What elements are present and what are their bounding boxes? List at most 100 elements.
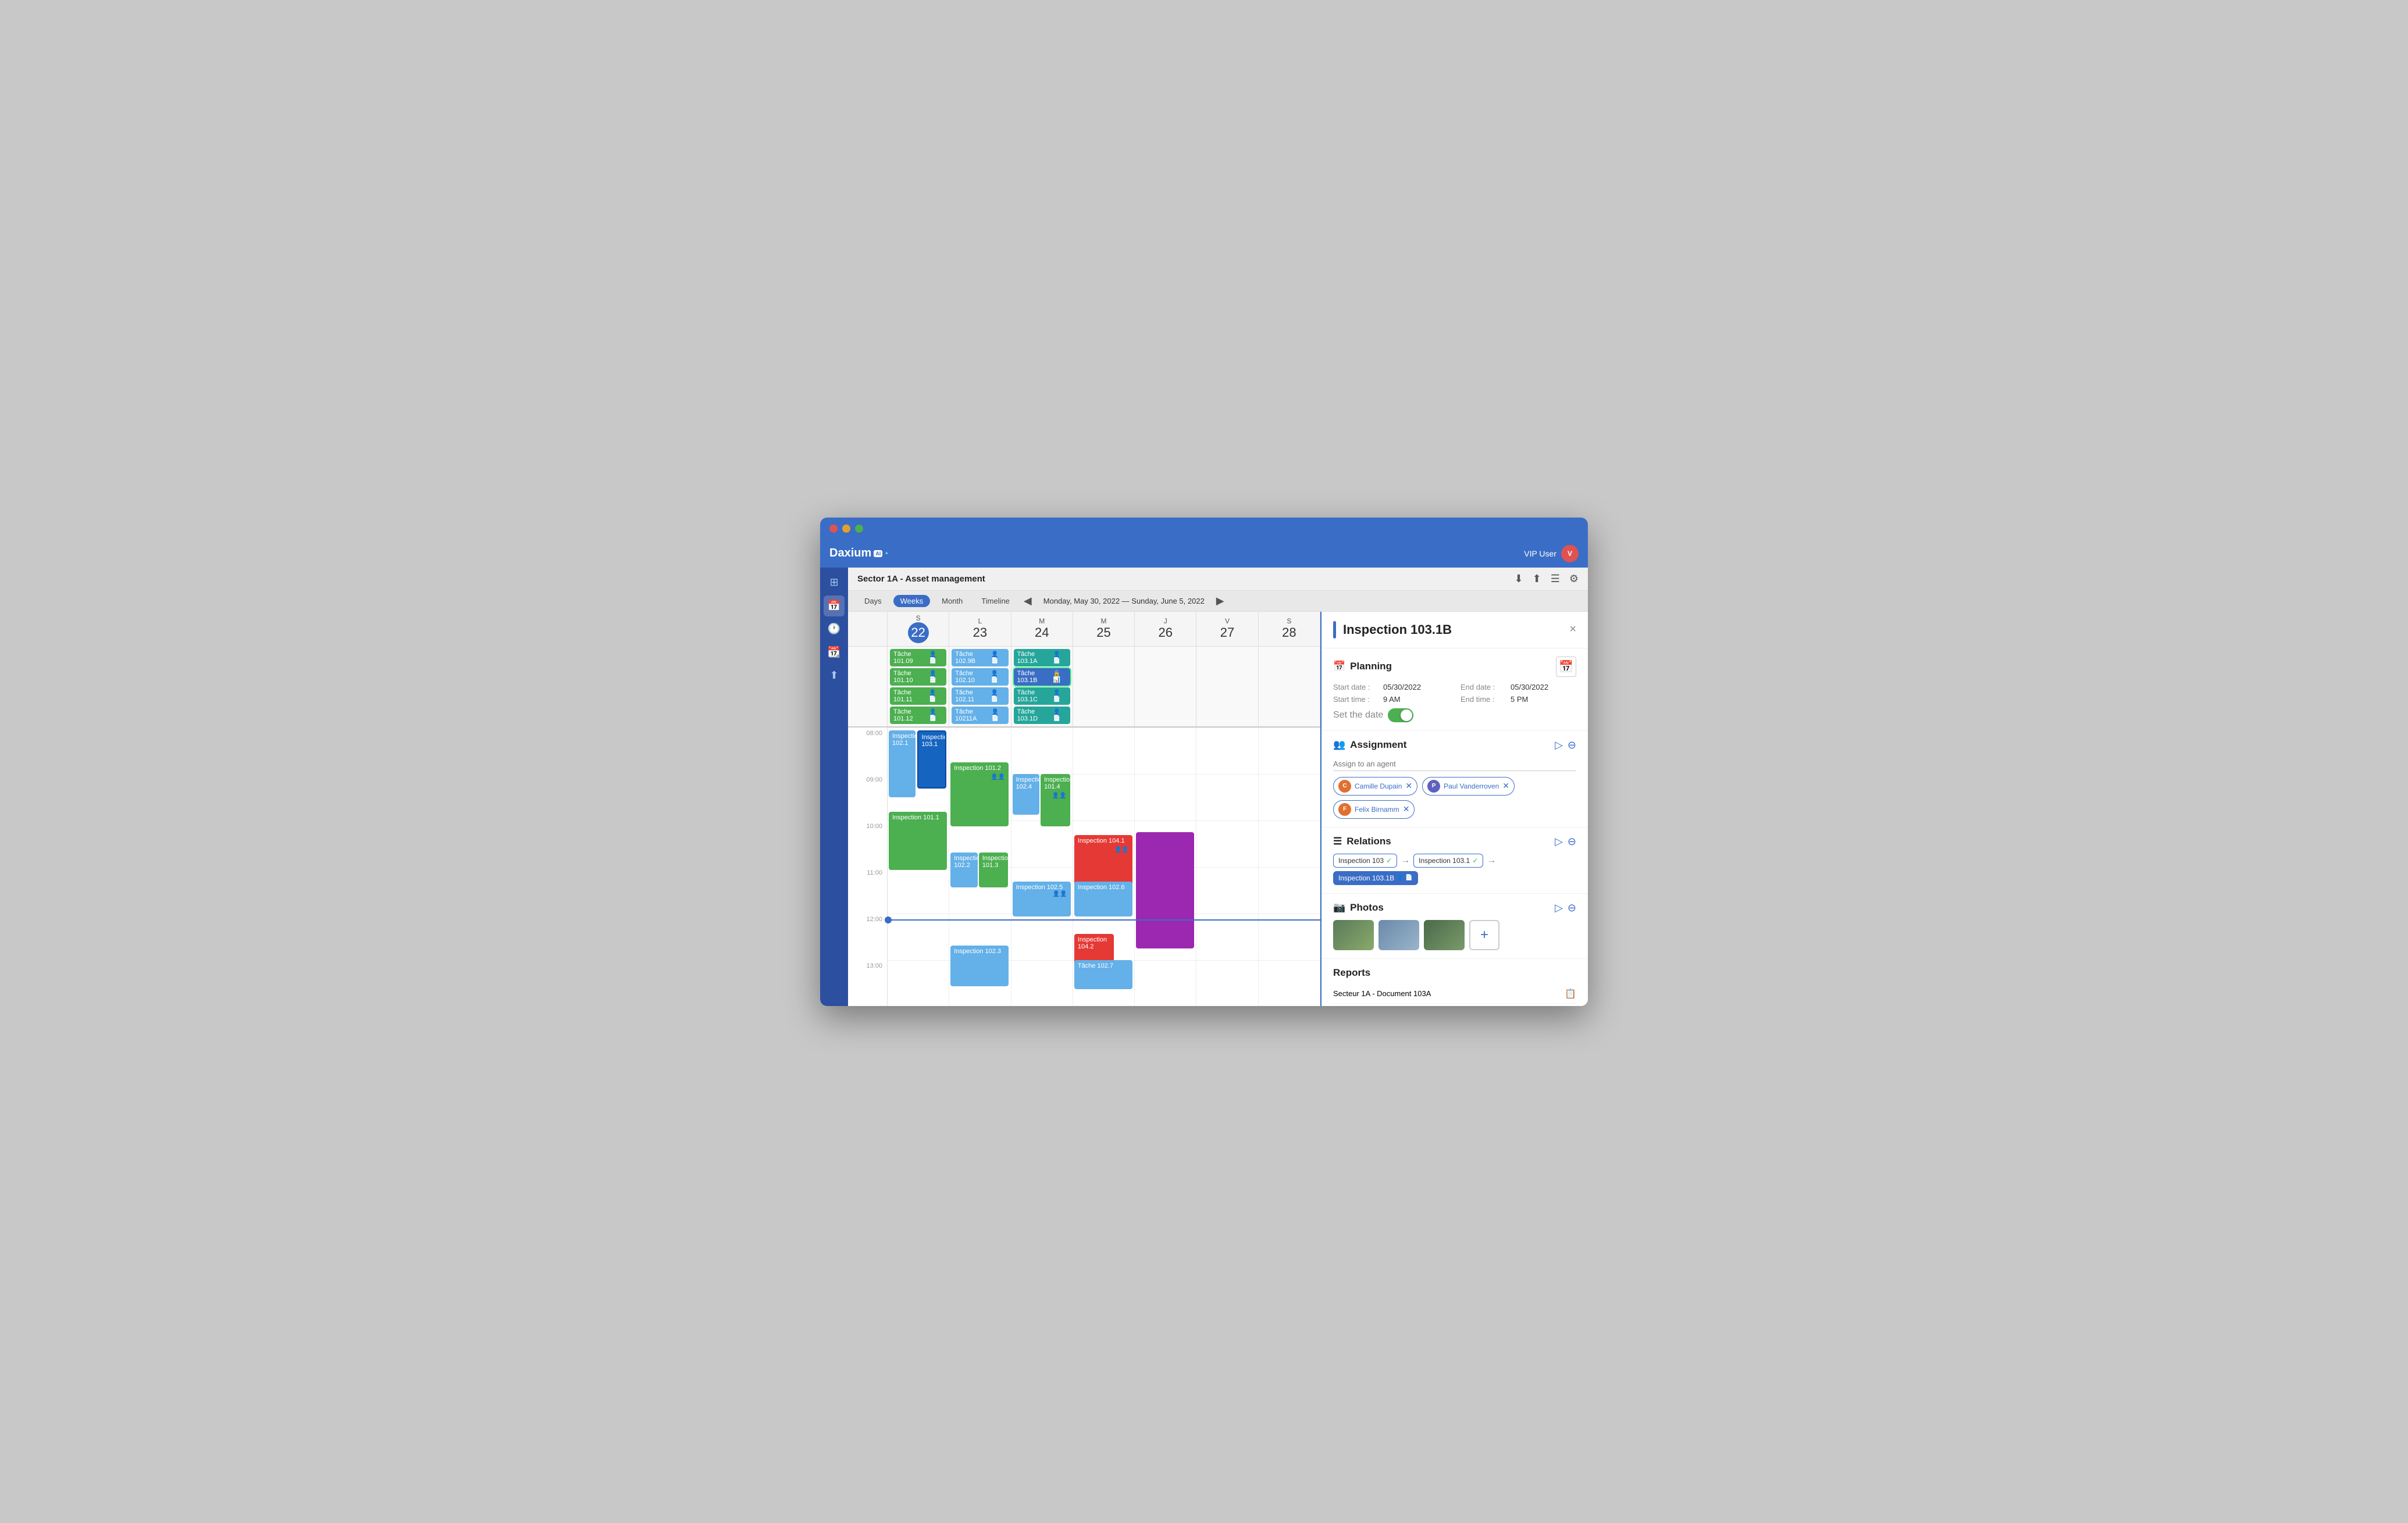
close-icon[interactable]: × xyxy=(1569,623,1576,636)
assignee-felix-avatar: F xyxy=(1338,803,1351,816)
relation-1031b-icons: 👤 📄 xyxy=(1397,875,1413,881)
set-date-toggle[interactable] xyxy=(1388,708,1413,722)
timed-col-2: Inspection 102.4 Inspection 101.4 👤👤 Ins… xyxy=(1011,727,1073,1006)
relation-chip-103-1b[interactable]: Inspection 103.1B 👤 📄 xyxy=(1333,871,1418,885)
end-date-label: End date : xyxy=(1461,683,1507,691)
photo-thumb-2[interactable] xyxy=(1378,920,1419,950)
logo-ai: AI xyxy=(874,550,882,557)
time-gutter: 08:00 09:00 10:00 11:00 12:00 13:00 14:0… xyxy=(848,727,888,1006)
photos-expand-icon[interactable]: ▷ xyxy=(1555,902,1563,914)
task-103-1a[interactable]: Tâche 103.1A 👤 📄 xyxy=(1014,649,1070,666)
panel-title: Inspection 103.1B xyxy=(1343,622,1562,637)
upload-icon[interactable]: ⬆ xyxy=(1533,573,1541,585)
assignment-remove-icon[interactable]: ⊖ xyxy=(1568,739,1576,751)
timed-col-4 xyxy=(1135,727,1196,1006)
assign-input[interactable] xyxy=(1333,757,1576,771)
photos-actions: ▷ ⊖ xyxy=(1555,902,1576,914)
day-num-0: 22 xyxy=(908,622,929,643)
sidebar: ⊞ 📅 🕐 📆 ⬆ xyxy=(820,568,848,1006)
assignee-paul-remove[interactable]: ✕ xyxy=(1502,781,1509,791)
day-header-5: V 27 xyxy=(1196,612,1258,646)
sidebar-calendar-add-icon[interactable]: 📆 xyxy=(824,642,845,663)
relation-arrow-2: → xyxy=(1487,855,1496,866)
task-102-9b[interactable]: Tâche 102.9B 👤 📄 xyxy=(952,649,1008,666)
day-num-6: 28 xyxy=(1282,625,1296,640)
report-103a-icon[interactable]: 📋 xyxy=(1565,988,1576,1000)
planning-calendar-icon[interactable]: 📅 xyxy=(1556,657,1576,677)
maximize-button[interactable] xyxy=(855,525,863,533)
task-102-11[interactable]: Tâche 102.11 👤 📄 xyxy=(952,687,1008,705)
minimize-button[interactable] xyxy=(842,525,850,533)
next-arrow[interactable]: ▶ xyxy=(1214,595,1227,607)
relations-section: ☰ Relations ▷ ⊖ Inspection 103 ✓ xyxy=(1321,828,1588,894)
task-10211a[interactable]: Tâche 10211A 👤 📄 xyxy=(952,707,1008,724)
download-icon[interactable]: ⬇ xyxy=(1515,573,1523,585)
task-101-09[interactable]: Tâche 101.09 👤 📄 xyxy=(890,649,946,666)
panel-accent xyxy=(1333,621,1336,639)
allday-col-2: Tâche 103.1A 👤 📄 Tâche 103.1B 🔒 📊 Tâche … xyxy=(1011,647,1073,726)
assignee-camille-remove[interactable]: ✕ xyxy=(1405,781,1412,791)
relations-expand-icon[interactable]: ▷ xyxy=(1555,836,1563,848)
calendar-body: S 22 L 23 M 24 xyxy=(848,612,1588,1006)
relation-chip-103-1[interactable]: Inspection 103.1 ✓ xyxy=(1413,854,1483,868)
photos-section: 📷 Photos ▷ ⊖ xyxy=(1321,894,1588,959)
assignee-felix-name: Felix Birnamm xyxy=(1355,805,1399,814)
assignee-felix-remove[interactable]: ✕ xyxy=(1403,804,1410,814)
event-insp102-1[interactable]: Inspection 102.1 xyxy=(889,730,916,797)
photos-remove-icon[interactable]: ⊖ xyxy=(1568,902,1576,914)
day-label-2: M xyxy=(1039,617,1045,625)
view-days-button[interactable]: Days xyxy=(857,595,889,607)
panel-header: Inspection 103.1B × xyxy=(1321,612,1588,648)
task-103-1c[interactable]: Tâche 103.1C 👤 📄 xyxy=(1014,687,1070,705)
event-insp102-2[interactable]: Inspection 102.2 xyxy=(950,853,977,887)
task-102-10[interactable]: Tâche 102.10 👤 📄 xyxy=(952,668,1008,686)
relations-remove-icon[interactable]: ⊖ xyxy=(1568,836,1576,848)
assignment-expand-icon[interactable]: ▷ xyxy=(1555,739,1563,751)
view-month-button[interactable]: Month xyxy=(935,595,970,607)
relation-chip-103[interactable]: Inspection 103 ✓ xyxy=(1333,854,1397,868)
event-insp103-1[interactable]: Inspection 103.1 xyxy=(917,730,947,789)
sidebar-upload-icon[interactable]: ⬆ xyxy=(824,665,845,686)
task-103-1b[interactable]: Tâche 103.1B 🔒 📊 xyxy=(1014,668,1070,686)
day-header-1: L 23 xyxy=(949,612,1011,646)
settings-icon[interactable]: ⚙ xyxy=(1569,573,1579,585)
logo: Daxium AI · xyxy=(829,547,889,560)
photo-thumb-3[interactable] xyxy=(1424,920,1465,950)
sidebar-clock-icon[interactable]: 🕐 xyxy=(824,619,845,640)
task-101-10[interactable]: Tâche 101.10 👤 📄 xyxy=(890,668,946,686)
time-1200: 12:00 xyxy=(848,914,887,960)
assignment-title: 👥 Assignment xyxy=(1333,739,1406,751)
relations-icon: ☰ xyxy=(1333,836,1342,847)
sidebar-calendar-icon[interactable]: 📅 xyxy=(824,595,845,616)
task-101-11[interactable]: Tâche 101.11 👤 📄 xyxy=(890,687,946,705)
close-button[interactable] xyxy=(829,525,838,533)
task-101-12[interactable]: Tâche 101.12 👤 📄 xyxy=(890,707,946,724)
event-purple-1[interactable] xyxy=(1136,832,1194,948)
start-time-row: Start time : 9 AM xyxy=(1333,695,1449,704)
allday-col-1: Tâche 102.9B 👤 📄 Tâche 102.10 👤 📄 Tâche … xyxy=(949,647,1011,726)
photos-icon: 📷 xyxy=(1333,902,1345,914)
event-insp102-4[interactable]: Inspection 102.4 xyxy=(1013,774,1039,815)
add-photo-button[interactable]: + xyxy=(1469,920,1499,950)
photo-thumb-1[interactable] xyxy=(1333,920,1374,950)
prev-arrow[interactable]: ◀ xyxy=(1021,595,1034,607)
photo-1-img xyxy=(1333,920,1374,950)
event-insp101-1[interactable]: Inspection 101.1 xyxy=(889,812,947,870)
logo-text: Daxium xyxy=(829,547,871,560)
day-num-1: 23 xyxy=(973,625,987,640)
event-insp102-6[interactable]: Inspection 102.6 xyxy=(1074,882,1132,916)
start-time-label: Start time : xyxy=(1333,695,1380,704)
filter-icon[interactable]: ☰ xyxy=(1551,573,1560,585)
event-tache102-7[interactable]: Tâche 102.7 xyxy=(1074,960,1132,989)
view-timeline-button[interactable]: Timeline xyxy=(974,595,1017,607)
event-insp102-3[interactable]: Inspection 102.3 xyxy=(950,946,1009,986)
event-insp101-2[interactable]: Inspection 101.2 👤👤 xyxy=(950,762,1009,826)
event-insp101-4[interactable]: Inspection 101.4 👤👤 xyxy=(1041,774,1070,826)
sidebar-grid-icon[interactable]: ⊞ xyxy=(824,572,845,593)
event-insp102-5[interactable]: Inspection 102.5 👤👤 xyxy=(1013,882,1071,916)
event-insp101-3[interactable]: Inspection 101.3 xyxy=(979,853,1009,887)
view-weeks-button[interactable]: Weeks xyxy=(893,595,931,607)
task-103-1d[interactable]: Tâche 103.1D 👤 📄 xyxy=(1014,707,1070,724)
report-103a-label: Secteur 1A - Document 103A xyxy=(1333,989,1431,998)
sec-toolbar: Sector 1A - Asset management ⬇ ⬆ ☰ ⚙ xyxy=(848,568,1588,591)
